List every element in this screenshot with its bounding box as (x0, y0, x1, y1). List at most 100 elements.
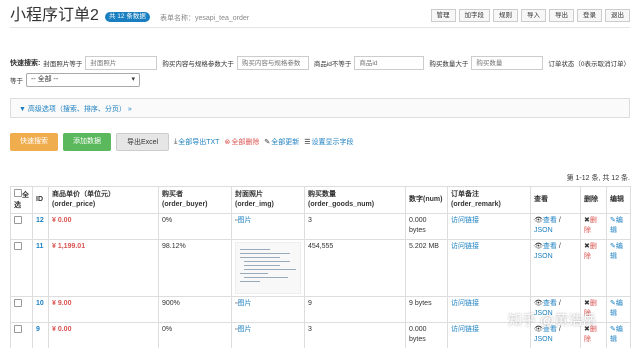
export-txt-link[interactable]: ⤓ 全部导出TXT (174, 137, 219, 147)
filter-icon: ▼ (19, 106, 26, 113)
json-link[interactable]: JSON (534, 227, 553, 234)
row-buyer: 98.12% (158, 239, 232, 297)
cover-label: 封面照片等于 (43, 61, 83, 68)
row-img: ▫图片 (231, 322, 305, 348)
table-row: 11 ¥ 1,199.01 98.12% 454,555 5.202 MB 访问… (10, 239, 631, 297)
row-remark-link[interactable]: 访问链接 (451, 243, 479, 250)
select-all-checkbox[interactable] (14, 189, 22, 197)
row-checkbox[interactable] (14, 299, 22, 307)
delete-header: 删除 (580, 186, 607, 214)
add-field-button[interactable]: 加字段 (458, 9, 490, 22)
row-select-cell (10, 213, 33, 240)
row-buyer: 900% (158, 296, 232, 323)
row-id[interactable]: 10 (32, 296, 49, 323)
table-header-row: 全选 ID 商品单价（单位元）(order_price) 购买者 (order_… (10, 186, 631, 214)
update-all-link[interactable]: ✎ 全部更新 (264, 137, 299, 147)
export-excel-button[interactable]: 导出Excel (116, 133, 170, 151)
row-img (231, 239, 305, 297)
row-buyer: 0% (158, 213, 232, 240)
view-link[interactable]: 查看 (543, 326, 557, 333)
row-id[interactable]: 12 (32, 213, 49, 240)
logout-button[interactable]: 退出 (605, 9, 630, 22)
add-data-button[interactable]: 添加数据 (63, 133, 111, 151)
row-price: ¥ 9.00 (48, 296, 159, 323)
row-delete: ✖删除 (580, 239, 607, 297)
row-delete: ✖删除 (580, 296, 607, 323)
quick-search-label: 快速搜索: (10, 60, 41, 67)
update-all-label: 全部更新 (271, 139, 300, 146)
json-link[interactable]: JSON (534, 253, 553, 260)
advanced-options-toggle[interactable]: ▼ 高级选项（搜索、排序、分页） » (10, 98, 630, 118)
manage-button[interactable]: 管理 (430, 9, 456, 22)
row-goods-num: 9 (304, 296, 406, 323)
row-img: ▫图片 (231, 213, 305, 240)
order-image-thumbnail[interactable] (235, 242, 301, 294)
json-link[interactable]: JSON (534, 310, 553, 317)
row-remark-link[interactable]: 访问链接 (451, 326, 479, 333)
row-remark: 访问链接 (447, 322, 531, 348)
download-icon: ⤓ (174, 138, 178, 145)
remark-header[interactable]: 订单备注 (order_remark) (447, 186, 531, 214)
delete-icon: ⊗ (224, 139, 231, 146)
row-checkbox[interactable] (14, 216, 22, 224)
export-button[interactable]: 导出 (549, 9, 574, 22)
delete-all-label: 全部删除 (231, 139, 260, 146)
status-select[interactable]: -- 全部 -- ▾ (26, 73, 140, 87)
row-remark-link[interactable]: 访问链接 (451, 217, 479, 224)
qty-input[interactable] (471, 56, 544, 70)
display-fields-label: 设置显示字段 (311, 139, 354, 146)
row-goods-num: 3 (304, 213, 406, 240)
row-checkbox[interactable] (14, 325, 22, 333)
row-img-alt[interactable]: 图片 (237, 326, 251, 333)
table-name: 表单名称：yesapi_tea_order (160, 15, 250, 22)
equals-label: 等于 (10, 78, 23, 85)
row-view: 👁查看 / JSON (530, 213, 581, 240)
cover-input[interactable] (85, 56, 158, 70)
rules-button[interactable]: 规则 (493, 9, 518, 22)
table-row: 12 ¥ 0.00 0% ▫图片 3 0.000 bytes 访问链接 👁查看 … (10, 213, 631, 240)
row-buyer: 0% (158, 322, 232, 348)
row-img-alt[interactable]: 图片 (237, 217, 251, 224)
status-label: 订单状态（0表示取消订单） (548, 61, 631, 68)
search-row-2: 等于 -- 全部 -- ▾ (10, 73, 630, 87)
row-select-cell (10, 296, 33, 323)
row-num: 9 bytes (405, 296, 448, 323)
row-num: 0.000 bytes (405, 213, 448, 240)
id-input[interactable] (354, 56, 425, 70)
content-input[interactable] (236, 56, 309, 70)
row-edit: ✎编辑 (606, 239, 631, 297)
row-checkbox[interactable] (14, 242, 22, 250)
quick-search-button[interactable]: 快速搜索 (10, 133, 58, 151)
login-button[interactable]: 登录 (577, 9, 602, 22)
view-link[interactable]: 查看 (543, 300, 557, 307)
row-remark: 访问链接 (447, 213, 531, 240)
row-remark-link[interactable]: 访问链接 (451, 300, 479, 307)
row-remark: 访问链接 (447, 296, 531, 323)
row-img-alt[interactable]: 图片 (237, 300, 251, 307)
edit-header: 编辑 (606, 186, 631, 214)
row-select-cell (10, 239, 33, 297)
delete-all-link[interactable]: ⊗ 全部删除 (224, 137, 259, 147)
json-link[interactable]: JSON (534, 336, 553, 343)
price-header[interactable]: 商品单价（单位元）(order_price) (48, 186, 159, 214)
row-delete: ✖删除 (580, 213, 607, 240)
action-bar: 快速搜索 添加数据 导出Excel ⤓ 全部导出TXT ⊗ 全部删除 ✎ 全部更新 ☰… (10, 133, 354, 151)
row-view: 👁查看 / JSON (530, 296, 581, 323)
row-remark: 访问链接 (447, 239, 531, 297)
view-link[interactable]: 查看 (543, 217, 557, 224)
img-header[interactable]: 封面照片 (order_img) (231, 186, 305, 214)
view-link[interactable]: 查看 (543, 243, 557, 250)
row-edit: ✎编辑 (606, 322, 631, 348)
import-button[interactable]: 导入 (521, 9, 546, 22)
num-header[interactable]: 数字(num) (405, 186, 448, 214)
row-id[interactable]: 9 (32, 322, 49, 348)
goods-num-header[interactable]: 购买数量 (order_goods_num) (304, 186, 406, 214)
count-badge: 共 12 条数据 (105, 12, 150, 22)
eye-icon: 👁 (534, 300, 543, 307)
id-header[interactable]: ID (32, 186, 49, 214)
row-num: 5.202 MB (405, 239, 448, 297)
buyer-header[interactable]: 购买者 (order_buyer) (158, 186, 232, 214)
display-fields-link[interactable]: ☰ 设置显示字段 (304, 137, 353, 147)
row-id[interactable]: 11 (32, 239, 49, 297)
row-price: ¥ 1,199.01 (48, 239, 159, 297)
